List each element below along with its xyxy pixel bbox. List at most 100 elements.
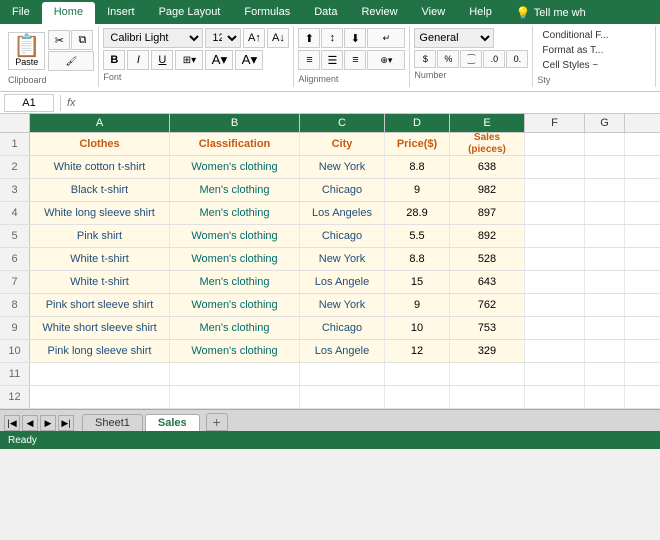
cell-f10[interactable] (525, 340, 585, 362)
copy-button[interactable]: ⧉ (71, 30, 93, 50)
cell-g6[interactable] (585, 248, 625, 270)
add-sheet-button[interactable]: + (206, 413, 228, 431)
cell-a1[interactable]: Clothes (30, 133, 170, 155)
cell-a2[interactable]: White cotton t-shirt (30, 156, 170, 178)
cell-d6[interactable]: 8.8 (385, 248, 450, 270)
cell-d5[interactable]: 5.5 (385, 225, 450, 247)
cell-a12[interactable] (30, 386, 170, 408)
cell-f4[interactable] (525, 202, 585, 224)
col-header-a[interactable]: A (30, 114, 170, 132)
tab-review[interactable]: Review (349, 2, 409, 24)
cell-c8[interactable]: New York (300, 294, 385, 316)
align-middle-button[interactable]: ↕ (321, 28, 343, 48)
cell-c6[interactable]: New York (300, 248, 385, 270)
align-top-button[interactable]: ⬆ (298, 28, 320, 48)
cell-e5[interactable]: 892 (450, 225, 525, 247)
cell-a5[interactable]: Pink shirt (30, 225, 170, 247)
cell-c12[interactable] (300, 386, 385, 408)
cell-e3[interactable]: 982 (450, 179, 525, 201)
tab-formulas[interactable]: Formulas (232, 2, 302, 24)
cell-a4[interactable]: White long sleeve shirt (30, 202, 170, 224)
cell-g1[interactable] (585, 133, 625, 155)
merge-button[interactable]: ⊕▾ (367, 50, 405, 70)
cell-f2[interactable] (525, 156, 585, 178)
cell-c9[interactable]: Chicago (300, 317, 385, 339)
cell-d10[interactable]: 12 (385, 340, 450, 362)
format-as-table-button[interactable]: Format as T... (537, 43, 608, 58)
cell-e7[interactable]: 643 (450, 271, 525, 293)
cell-c7[interactable]: Los Angele (300, 271, 385, 293)
cell-b6[interactable]: Women's clothing (170, 248, 300, 270)
cell-a3[interactable]: Black t-shirt (30, 179, 170, 201)
cell-d11[interactable] (385, 363, 450, 385)
cell-e10[interactable]: 329 (450, 340, 525, 362)
font-color-button[interactable]: A▾ (235, 50, 263, 70)
cell-a9[interactable]: White short sleeve shirt (30, 317, 170, 339)
tab-page-layout[interactable]: Page Layout (147, 2, 233, 24)
increase-font-button[interactable]: A↑ (243, 28, 265, 48)
cell-e1[interactable]: Sales(pieces) (450, 133, 525, 155)
cell-g12[interactable] (585, 386, 625, 408)
name-box[interactable] (4, 94, 54, 112)
cell-a7[interactable]: White t-shirt (30, 271, 170, 293)
last-sheet-button[interactable]: ▶| (58, 415, 74, 431)
tab-data[interactable]: Data (302, 2, 349, 24)
col-header-g[interactable]: G (585, 114, 625, 132)
cell-f3[interactable] (525, 179, 585, 201)
cell-a8[interactable]: Pink short sleeve shirt (30, 294, 170, 316)
cell-d3[interactable]: 9 (385, 179, 450, 201)
cell-c11[interactable] (300, 363, 385, 385)
col-header-e[interactable]: E (450, 114, 525, 132)
align-center-button[interactable]: ☰ (321, 50, 343, 70)
cell-d12[interactable] (385, 386, 450, 408)
cell-e6[interactable]: 528 (450, 248, 525, 270)
cell-b5[interactable]: Women's clothing (170, 225, 300, 247)
sheet-tab-sheet1[interactable]: Sheet1 (82, 414, 143, 431)
border-button[interactable]: ⊞▾ (175, 50, 203, 70)
cell-f1[interactable] (525, 133, 585, 155)
comma-button[interactable]: ⁐ (460, 50, 482, 68)
cell-b9[interactable]: Men's clothing (170, 317, 300, 339)
cell-b8[interactable]: Women's clothing (170, 294, 300, 316)
fill-color-button[interactable]: A▾ (205, 50, 233, 70)
col-header-c[interactable]: C (300, 114, 385, 132)
sheet-tab-sales[interactable]: Sales (145, 414, 200, 431)
number-format-select[interactable]: General (414, 28, 494, 48)
cell-d1[interactable]: Price($) (385, 133, 450, 155)
cell-b10[interactable]: Women's clothing (170, 340, 300, 362)
tab-help[interactable]: Help (457, 2, 504, 24)
cell-c10[interactable]: Los Angele (300, 340, 385, 362)
cell-g2[interactable] (585, 156, 625, 178)
col-header-f[interactable]: F (525, 114, 585, 132)
cell-d4[interactable]: 28.9 (385, 202, 450, 224)
cell-a10[interactable]: Pink long sleeve shirt (30, 340, 170, 362)
conditional-formatting-button[interactable]: Conditional F... (537, 28, 613, 43)
col-header-d[interactable]: D (385, 114, 450, 132)
cell-f5[interactable] (525, 225, 585, 247)
tab-file[interactable]: File (0, 2, 42, 24)
cell-g9[interactable] (585, 317, 625, 339)
cell-a11[interactable] (30, 363, 170, 385)
next-sheet-button[interactable]: ▶ (40, 415, 56, 431)
cell-e9[interactable]: 753 (450, 317, 525, 339)
cell-c1[interactable]: City (300, 133, 385, 155)
cut-button[interactable]: ✂ (48, 30, 70, 50)
cell-b4[interactable]: Men's clothing (170, 202, 300, 224)
cell-g11[interactable] (585, 363, 625, 385)
italic-button[interactable]: I (127, 50, 149, 70)
tab-home[interactable]: Home (42, 2, 95, 24)
cell-styles-button[interactable]: Cell Styles ~ (537, 58, 603, 73)
tab-tell-me[interactable]: 💡 Tell me wh (504, 2, 598, 24)
format-painter-button[interactable]: 🖌 (48, 51, 94, 71)
decrease-decimal-button[interactable]: 0. (506, 50, 528, 68)
paste-button[interactable]: 📋 Paste (8, 32, 45, 70)
cell-c4[interactable]: Los Angeles (300, 202, 385, 224)
formula-input[interactable] (80, 94, 656, 112)
tab-view[interactable]: View (410, 2, 458, 24)
align-left-button[interactable]: ≡ (298, 50, 320, 70)
col-header-b[interactable]: B (170, 114, 300, 132)
cell-g10[interactable] (585, 340, 625, 362)
align-right-button[interactable]: ≡ (344, 50, 366, 70)
cell-b3[interactable]: Men's clothing (170, 179, 300, 201)
cell-a6[interactable]: White t-shirt (30, 248, 170, 270)
